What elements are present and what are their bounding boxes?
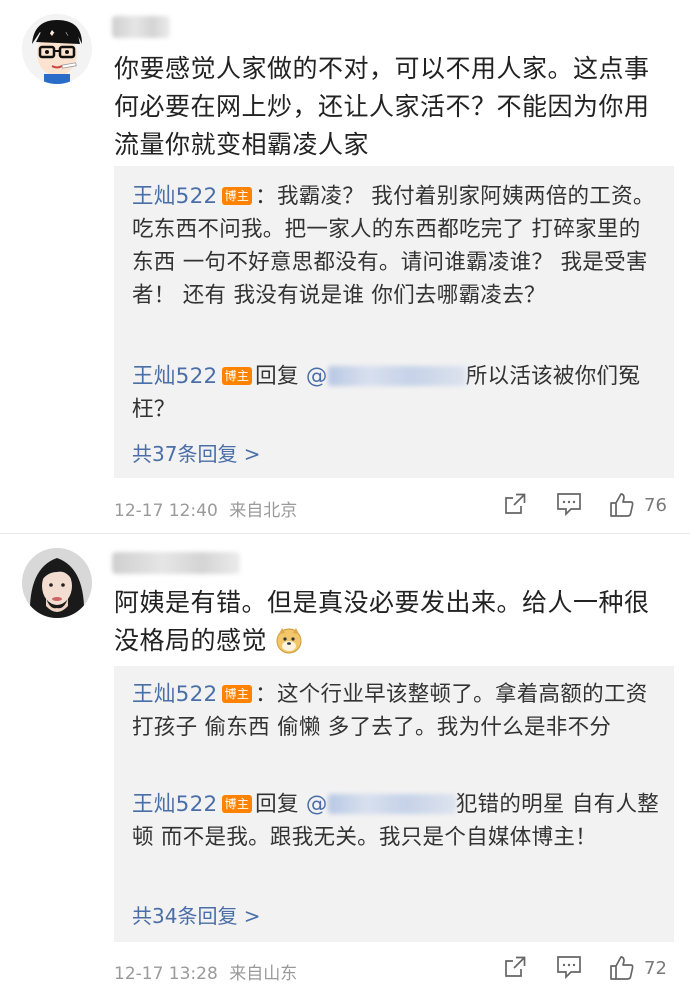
share-icon[interactable] [503,492,527,520]
reply-mention[interactable]: @ [306,364,328,389]
blogger-badge: 博主 [221,187,253,205]
mention-blurred [327,366,466,386]
reply-author[interactable]: 王灿522 [132,792,218,817]
reply-item: 王灿522 博主 回复 @ 所以活该被你们冤枉？ [132,360,660,426]
comment-text-content: 阿姨是有错。但是真没必要发出来。给人一种很没格局的感觉 [114,588,650,655]
reply-item: 王灿522 博主 ：这个行业早该整顿了。拿着高额的工资 打孩子 偷东西 偷懒 多了去… [132,678,660,744]
like-icon[interactable] [609,492,635,522]
like-icon[interactable] [609,955,635,985]
location: 来自山东 [229,964,298,984]
blogger-badge: 博主 [221,795,253,813]
mention-blurred [327,794,456,814]
share-icon[interactable] [503,955,527,983]
blogger-badge: 博主 [221,685,253,703]
like-count: 76 [644,495,667,516]
username-blurred[interactable] [112,552,240,574]
comment-2: 阿姨是有错。但是真没必要发出来。给人一种很没格局的感觉 王灿522 博主 ：这个行业… [0,534,690,1003]
comment-text: 你要感觉人家做的不对，可以不用人家。这点事何必要在网上炒，还让人家活不？不能因为… [114,54,650,159]
comment-1: 你要感觉人家做的不对，可以不用人家。这点事何必要在网上炒，还让人家活不？不能因为… [0,0,690,532]
reply-mention[interactable]: @ [306,792,328,817]
avatar[interactable] [22,548,92,618]
reply-author[interactable]: 王灿522 [132,682,218,707]
comment-meta: 12-17 12:40 来自北京 [114,496,297,521]
like-count: 72 [644,958,667,979]
timestamp: 12-17 12:40 [114,501,218,521]
doge-emoji [275,626,303,665]
more-replies-link[interactable]: 共37条回复 > [132,438,261,467]
more-replies-link[interactable]: 共34条回复 > [132,900,261,929]
comment-actions: 72 [500,955,680,985]
cartoon-avatar-icon [22,14,92,84]
comment-icon[interactable] [556,492,582,520]
comment-meta: 12-17 13:28 来自山东 [114,959,297,984]
reply-prefix: 回复 [255,792,299,817]
reply-author[interactable]: 王灿522 [132,184,218,209]
woman-portrait-avatar-icon [22,548,92,618]
reply-item: 王灿522 博主 回复 @ 犯错的明星 自有人整顿 而不是我。跟我无关。我只是个自媒体… [132,788,660,854]
reply-author[interactable]: 王灿522 [132,364,218,389]
reply-box[interactable]: 王灿522 博主 ：我霸凌？ 我付着别家阿姨两倍的工资。吃东西不问我。把一家人的东西… [114,166,674,478]
timestamp: 12-17 13:28 [114,964,218,984]
avatar[interactable] [22,14,92,84]
reply-item: 王灿522 博主 ：我霸凌？ 我付着别家阿姨两倍的工资。吃东西不问我。把一家人的东西… [132,180,660,312]
location: 来自北京 [229,501,298,521]
username-blurred[interactable] [112,16,170,38]
reply-prefix: 回复 [255,364,299,389]
reply-box[interactable]: 王灿522 博主 ：这个行业早该整顿了。拿着高额的工资 打孩子 偷东西 偷懒 多了去… [114,666,674,942]
comment-icon[interactable] [556,955,582,983]
comment-text: 阿姨是有错。但是真没必要发出来。给人一种很没格局的感觉 [114,584,659,665]
blogger-badge: 博主 [221,367,253,385]
comment-actions: 76 [500,492,680,522]
